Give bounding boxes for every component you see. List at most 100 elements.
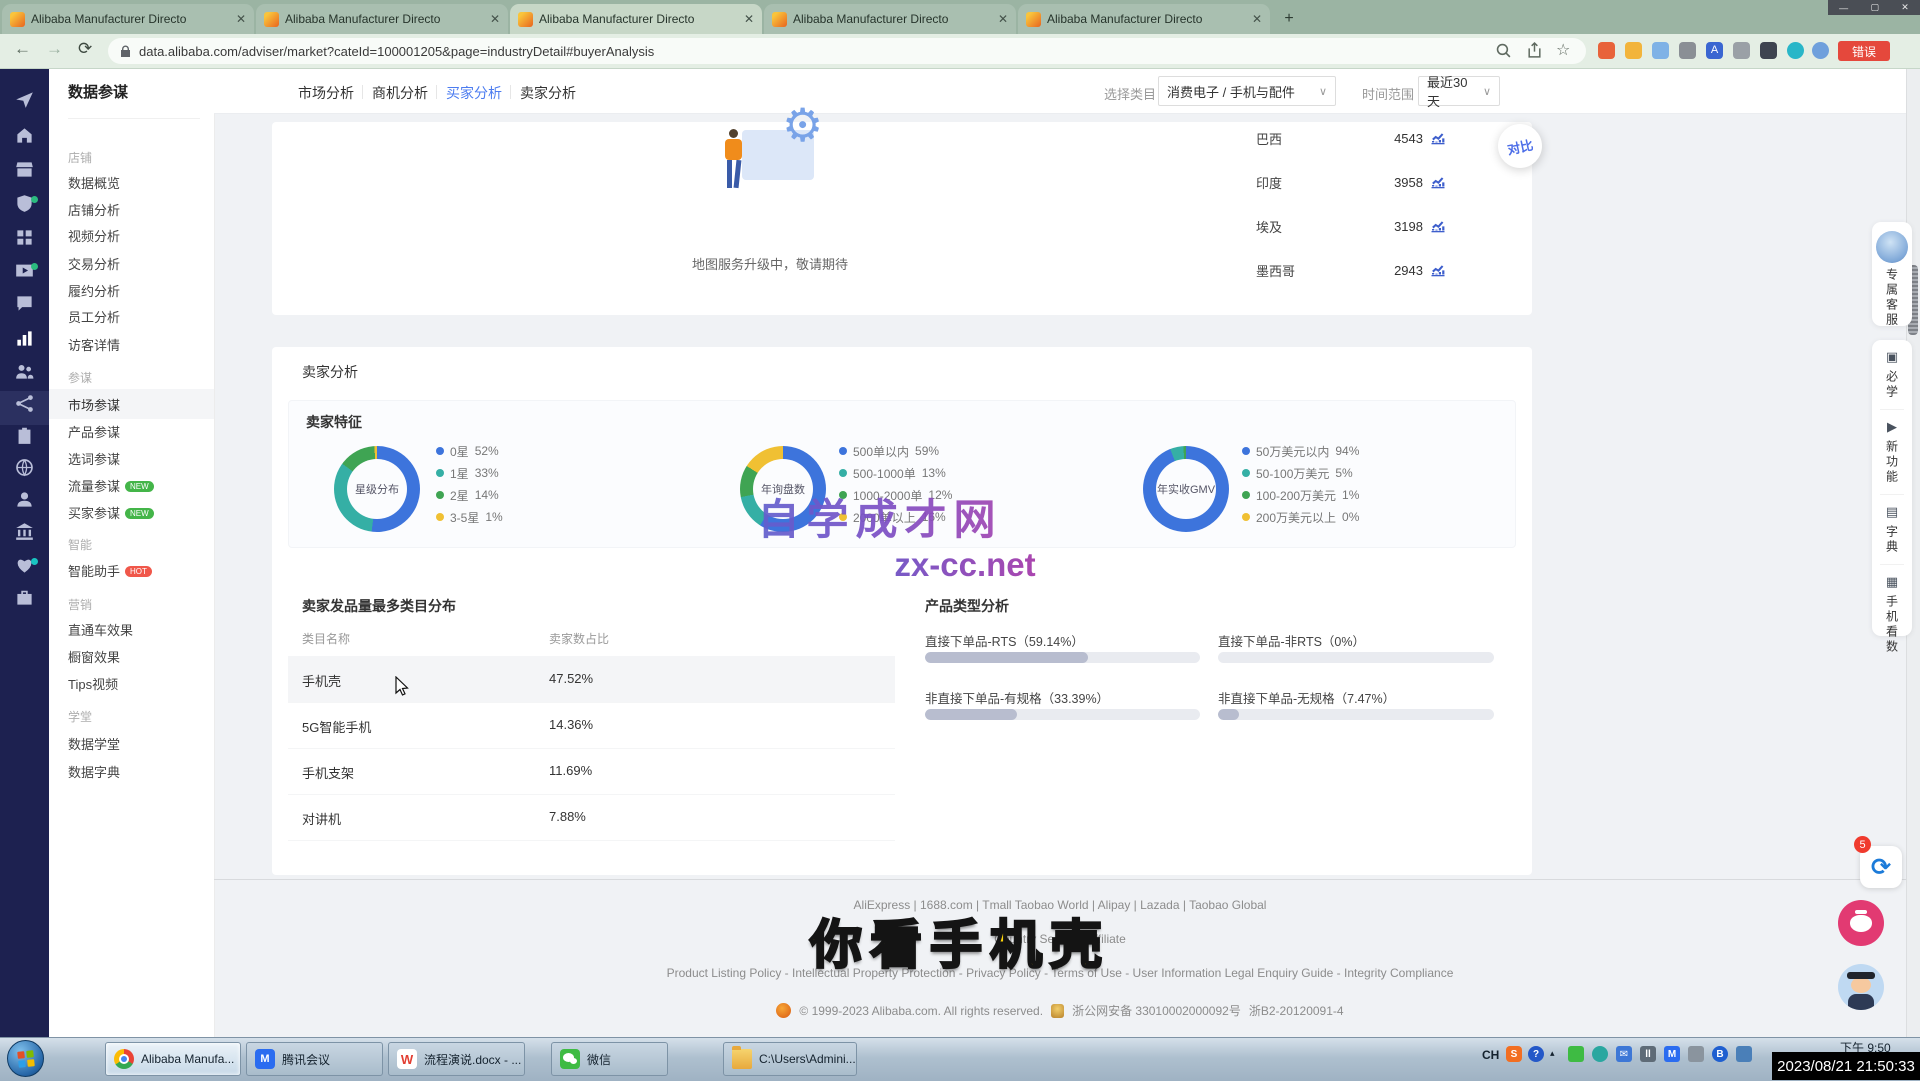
- sidebar-item-data-dictionary[interactable]: 数据字典: [68, 762, 120, 781]
- language-indicator[interactable]: CH: [1482, 1048, 1499, 1062]
- tab-market-analysis[interactable]: 市场分析: [298, 83, 354, 103]
- trend-chart-icon[interactable]: [1430, 174, 1446, 190]
- sidebar-item-fulfillment-analysis[interactable]: 履约分析: [68, 281, 120, 300]
- tab-seller-analysis[interactable]: 卖家分析: [520, 83, 576, 103]
- trend-chart-icon[interactable]: [1430, 262, 1446, 278]
- contact-person-icon[interactable]: [15, 490, 34, 509]
- tab-opportunity-analysis[interactable]: 商机分析: [372, 83, 428, 103]
- orders-clipboard-icon[interactable]: [15, 426, 34, 445]
- beian-number[interactable]: 浙公网安备 33010002000092号: [1072, 1002, 1241, 1019]
- mobile-data-item[interactable]: ▦手机看数: [1872, 565, 1912, 664]
- extension-icon[interactable]: A: [1706, 42, 1723, 59]
- sidebar-item-visitor-details[interactable]: 访客详情: [68, 335, 120, 354]
- sidebar-item-product-advisor[interactable]: 产品参谋: [68, 422, 120, 441]
- taskbar-button-folder[interactable]: C:\Users\Admini...: [723, 1042, 857, 1076]
- support-widget[interactable]: 专属客服: [1872, 222, 1912, 326]
- tray-expand-icon[interactable]: ▴: [1550, 1048, 1555, 1059]
- start-button[interactable]: [7, 1040, 44, 1077]
- browser-tab[interactable]: Alibaba Manufacturer Directo✕: [764, 4, 1016, 34]
- bluetooth-tray-icon[interactable]: B: [1712, 1046, 1728, 1062]
- analytics-icon[interactable]: [15, 329, 34, 348]
- minimize-button[interactable]: —: [1839, 3, 1848, 13]
- sidebar-item-data-academy[interactable]: 数据学堂: [68, 734, 120, 753]
- taskbar-button-chrome[interactable]: Alibaba Manufa...: [105, 1042, 241, 1076]
- tab-close-icon[interactable]: ✕: [1248, 12, 1262, 26]
- meeting-tray-icon[interactable]: M: [1664, 1046, 1680, 1062]
- finance-bank-icon[interactable]: [15, 522, 34, 541]
- puzzle-extension-icon[interactable]: [1733, 42, 1750, 59]
- help-tray-icon[interactable]: ?: [1528, 1046, 1544, 1062]
- range-select[interactable]: 最近30天∨: [1418, 76, 1500, 106]
- sogou-tray-icon[interactable]: S: [1506, 1046, 1522, 1062]
- browser-tab[interactable]: Alibaba Manufacturer Directo✕: [1018, 4, 1270, 34]
- sidebar-item-buyer-advisor[interactable]: 买家参谋NEW: [68, 503, 154, 522]
- browser-tab[interactable]: Alibaba Manufacturer Directo✕: [256, 4, 508, 34]
- extension-icon[interactable]: [1787, 42, 1804, 59]
- tab-buyer-analysis[interactable]: 买家分析: [446, 83, 502, 103]
- table-row[interactable]: 对讲机7.88%: [288, 794, 895, 841]
- sidebar-item-traffic-advisor[interactable]: 流量参谋NEW: [68, 476, 154, 495]
- sidebar-item-p4p-effect[interactable]: 直通车效果: [68, 620, 133, 639]
- sidebar-item-video-analysis[interactable]: 视频分析: [68, 226, 120, 245]
- profile-avatar[interactable]: [1812, 42, 1829, 59]
- trend-chart-icon[interactable]: [1430, 130, 1446, 146]
- extension-icon[interactable]: [1760, 42, 1777, 59]
- shop-icon[interactable]: [15, 160, 34, 179]
- sidebar-item-staff-analysis[interactable]: 员工分析: [68, 307, 120, 326]
- sidebar-item-data-overview[interactable]: 数据概览: [68, 173, 120, 192]
- taskbar-button-tencent-meeting[interactable]: M腾讯会议: [246, 1042, 383, 1076]
- share-icon[interactable]: [1526, 42, 1543, 59]
- global-icon[interactable]: [15, 458, 34, 477]
- dictionary-item[interactable]: ▤字典: [1872, 495, 1912, 564]
- wechat-tray-icon[interactable]: [1568, 1046, 1584, 1062]
- extension-icon[interactable]: [1679, 42, 1696, 59]
- browser-tab-active[interactable]: Alibaba Manufacturer Directo✕: [510, 4, 762, 34]
- maximize-button[interactable]: ▢: [1870, 2, 1879, 13]
- new-tab-button[interactable]: +: [1276, 7, 1302, 31]
- back-icon[interactable]: ←: [14, 39, 31, 59]
- sidebar-item-showcase-effect[interactable]: 橱窗效果: [68, 647, 120, 666]
- new-features-item[interactable]: ▶新功能: [1872, 410, 1912, 494]
- money-bag-icon[interactable]: [1838, 900, 1884, 946]
- table-row[interactable]: 手机支架11.69%: [288, 748, 895, 795]
- send-icon[interactable]: [15, 90, 34, 109]
- workbench-briefcase-icon[interactable]: [15, 588, 34, 607]
- close-button[interactable]: ✕: [1901, 2, 1909, 13]
- sidebar-item-tips-video[interactable]: Tips视频: [68, 674, 118, 693]
- extension-icon[interactable]: [1625, 42, 1642, 59]
- clipboard-tray-icon[interactable]: [1688, 1046, 1704, 1062]
- signal-tray-icon[interactable]: ll: [1640, 1046, 1656, 1062]
- sync-icon[interactable]: ⟳: [1860, 846, 1902, 888]
- error-badge[interactable]: 错误: [1838, 41, 1890, 61]
- table-row[interactable]: 5G智能手机14.36%: [288, 702, 895, 749]
- taskbar-button-wps[interactable]: W流程演说.docx - ...: [388, 1042, 525, 1076]
- sidebar-item-market-advisor[interactable]: 市场参谋: [68, 395, 120, 414]
- sidebar-item-smart-assistant[interactable]: 智能助手HOT: [68, 561, 152, 580]
- extension-icon[interactable]: [1598, 42, 1615, 59]
- table-row[interactable]: 手机壳47.52%: [288, 656, 895, 703]
- customers-icon[interactable]: [15, 362, 34, 381]
- tab-close-icon[interactable]: ✕: [994, 12, 1008, 26]
- tab-close-icon[interactable]: ✕: [740, 12, 754, 26]
- sidebar-item-keyword-advisor[interactable]: 选词参谋: [68, 449, 120, 468]
- browser-tray-icon[interactable]: [1592, 1046, 1608, 1062]
- sidebar-item-trade-analysis[interactable]: 交易分析: [68, 254, 120, 273]
- display-tray-icon[interactable]: [1736, 1046, 1752, 1062]
- zoom-icon[interactable]: [1495, 42, 1512, 59]
- tab-close-icon[interactable]: ✕: [486, 12, 500, 26]
- assistant-avatar[interactable]: [1838, 964, 1884, 1010]
- tab-close-icon[interactable]: ✕: [232, 12, 246, 26]
- must-learn-item[interactable]: ▣必学: [1872, 340, 1912, 409]
- extension-icon[interactable]: [1652, 42, 1669, 59]
- taskbar-button-wechat[interactable]: 微信: [551, 1042, 668, 1076]
- address-bar[interactable]: data.alibaba.com/adviser/market?cateId=1…: [108, 38, 1586, 64]
- trend-chart-icon[interactable]: [1430, 218, 1446, 234]
- forward-icon[interactable]: →: [46, 39, 63, 59]
- apps-grid-icon[interactable]: [15, 228, 34, 247]
- category-select[interactable]: 消费电子 / 手机与配件∨: [1158, 76, 1336, 106]
- reload-icon[interactable]: ⟳: [78, 39, 92, 59]
- icp-number[interactable]: 浙B2-20120091-4: [1249, 1002, 1344, 1019]
- home-icon[interactable]: [15, 126, 34, 145]
- bookmark-star-icon[interactable]: ☆: [1556, 40, 1570, 60]
- browser-tab[interactable]: Alibaba Manufacturer Directo✕: [2, 4, 254, 34]
